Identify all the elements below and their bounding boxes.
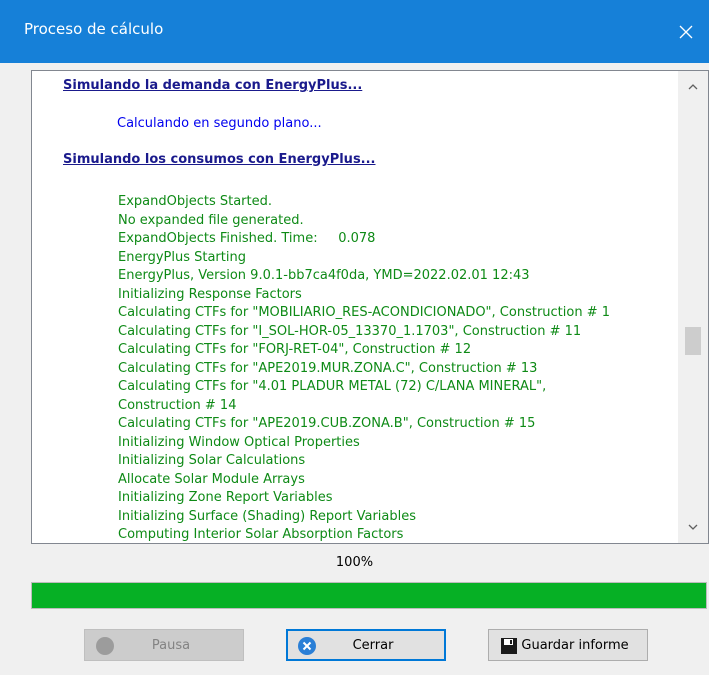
log-line: Construction # 14 [118,397,237,413]
log-line: No expanded file generated. [118,212,304,228]
log-line: Calculating CTFs for "FORJ-RET-04", Cons… [118,342,472,357]
scroll-up-icon [688,84,698,90]
log-line: Computing Interior Solar Absorption Fact… [118,527,404,542]
log-line: EnergyPlus, Version 9.0.1-bb7ca4f0da, YM… [118,268,530,283]
log-line: Allocate Solar Module Arrays [118,471,305,487]
progress-fill [32,583,706,608]
log-line: Initializing Zone Report Variables [118,490,333,505]
close-window-button[interactable] [663,0,709,63]
window-title: Proceso de cálculo [24,20,164,38]
log-heading-consumption: Simulando los consumos con EnergyPlus... [63,152,376,167]
log-line: Initializing Response Factors [118,286,302,302]
log-panel[interactable]: Simulando la demanda con EnergyPlus... C… [31,70,709,544]
close-button[interactable]: Cerrar [286,629,446,661]
progress-percent: 100% [335,555,374,570]
log-background-line: Calculando en segundo plano... [117,116,322,131]
log-line: Initializing Solar Calculations [118,453,306,468]
vertical-scrollbar[interactable] [678,71,708,543]
log-content: Simulando la demanda con EnergyPlus... C… [32,71,677,543]
close-icon [679,25,693,38]
save-report-button-label: Guardar informe [521,637,629,653]
log-line: Initializing Window Optical Properties [118,434,360,450]
pause-button-label: Pausa [151,637,191,653]
close-button-label: Cerrar [352,637,394,653]
scroll-down-icon [688,524,698,530]
log-line: ExpandObjects Finished. Time: 0.078 [118,231,376,246]
log-line: Calculating CTFs for "4.01 PLADUR METAL … [118,379,547,394]
log-line: Initializing Surface (Shading) Report Va… [118,508,417,524]
log-lines: ExpandObjects Started. No expanded file … [118,193,677,543]
title-bar: Proceso de cálculo [0,0,709,63]
pause-button[interactable]: Pausa [84,629,244,661]
log-line: ExpandObjects Started. [118,194,273,209]
log-heading-demand: Simulando la demanda con EnergyPlus... [63,78,363,93]
progress-bar [31,582,707,609]
scroll-down-button[interactable] [678,515,708,539]
scroll-up-button[interactable] [678,75,708,99]
log-line: EnergyPlus Starting [118,249,246,265]
save-report-button[interactable]: Guardar informe [488,629,648,661]
log-line: Calculating CTFs for "MOBILIARIO_RES-ACO… [118,305,611,320]
scrollbar-thumb[interactable] [685,327,701,355]
log-line: Calculating CTFs for "APE2019.MUR.ZONA.C… [118,360,538,376]
log-line: Calculating CTFs for "APE2019.CUB.ZONA.B… [118,416,536,431]
log-line: Calculating CTFs for "I_SOL-HOR-05_13370… [118,323,582,339]
